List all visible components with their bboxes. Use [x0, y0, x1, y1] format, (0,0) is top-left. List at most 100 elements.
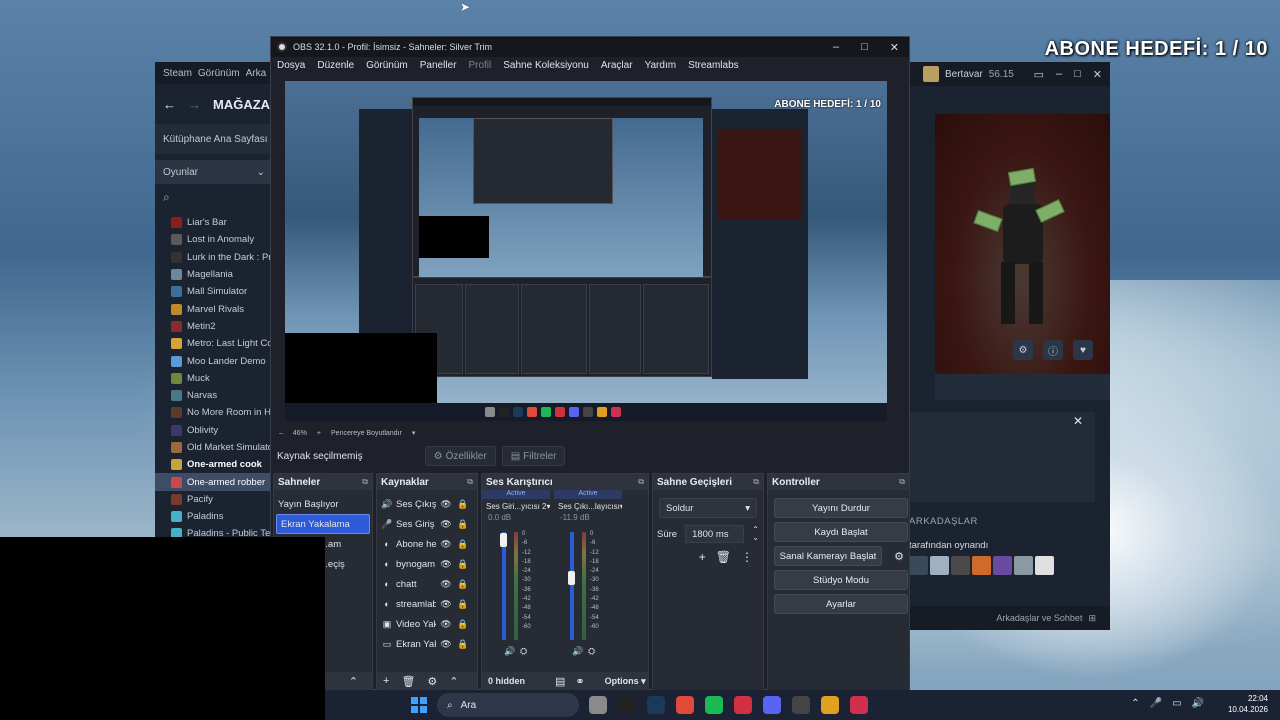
popout-icon[interactable]: ⧉	[362, 477, 368, 487]
minimize-icon[interactable]: –	[833, 41, 839, 54]
back-arrow-icon[interactable]: ←	[163, 97, 176, 112]
steam-menu-steam[interactable]: Steam	[163, 68, 192, 79]
friend-avatar[interactable]	[909, 556, 928, 575]
volume-icon[interactable]: 🔊	[1192, 698, 1204, 709]
friend-avatar[interactable]	[972, 556, 991, 575]
chevron-up-icon[interactable]: ⌃	[349, 675, 358, 688]
game-list-item[interactable]: Pacify	[155, 491, 273, 508]
game-list-item[interactable]: Old Market Simulato	[155, 439, 273, 456]
eye-icon[interactable]: 👁	[439, 559, 453, 570]
trash-icon[interactable]: 🗑	[716, 550, 731, 564]
taskbar-app-icon[interactable]	[618, 696, 636, 714]
studio-mode-button[interactable]: Stüdyo Modu	[774, 570, 908, 590]
game-list-item[interactable]: Lurk in the Dark : Pr	[155, 249, 273, 266]
info-icon[interactable]: ⓘ	[1043, 340, 1063, 360]
menu-streamlabs[interactable]: Streamlabs	[688, 60, 739, 71]
taskbar-app-icon[interactable]	[676, 696, 694, 714]
game-list-item[interactable]: No More Room in He	[155, 404, 273, 421]
gear-icon[interactable]: ⚙	[1013, 340, 1033, 360]
store-tab[interactable]: MAĞAZA	[213, 97, 270, 112]
transition-select[interactable]: Soldur ▾	[659, 498, 757, 518]
source-item[interactable]: 🎤Ses Giriş Y👁🔒	[377, 514, 477, 534]
mixer-layout-icon[interactable]: ▤	[555, 675, 565, 688]
taskbar-app-icon[interactable]	[850, 696, 868, 714]
taskbar-app-icon[interactable]	[734, 696, 752, 714]
chevron-up-icon[interactable]: ⌃	[1131, 698, 1139, 709]
taskbar-clock[interactable]: 22:04 10.04.2026	[1228, 693, 1268, 715]
taskbar-search[interactable]: ⌕ Ara	[437, 693, 579, 717]
gear-icon[interactable]: ⚙	[427, 675, 437, 688]
trash-icon[interactable]: 🗑	[401, 675, 415, 688]
popout-icon[interactable]: ⧉	[899, 477, 905, 487]
game-list-item[interactable]: Metin2	[155, 318, 273, 335]
friend-avatar[interactable]	[1014, 556, 1033, 575]
friend-avatar[interactable]	[951, 556, 970, 575]
monitor-icon[interactable]: ▭	[1034, 68, 1044, 81]
settings-button[interactable]: Ayarlar	[774, 594, 908, 614]
monitor-icon[interactable]: ▭	[1172, 698, 1181, 709]
source-item[interactable]: ▭ Ekran Yak 👁 🔒	[377, 634, 477, 654]
game-list-item[interactable]: Oblivity	[155, 422, 273, 439]
add-icon[interactable]: +	[383, 675, 389, 687]
game-list-item[interactable]: Metro: Last Light Co	[155, 335, 273, 352]
lock-icon[interactable]: 🔒	[456, 639, 470, 650]
lock-icon[interactable]: 🔒	[456, 599, 470, 610]
games-filter-dropdown[interactable]: Oyunlar ⌄	[155, 160, 273, 184]
minimize-icon[interactable]: –	[1056, 68, 1062, 81]
game-list-item[interactable]: Marvel Rivals	[155, 300, 273, 317]
menu-scene-collection[interactable]: Sahne Koleksiyonu	[503, 60, 589, 71]
game-list-item[interactable]: One-armed cook	[155, 456, 273, 473]
game-list-item[interactable]: Narvas	[155, 387, 273, 404]
steam-menu-more[interactable]: Arka	[246, 68, 267, 79]
source-item[interactable]: ◐ streamlab 👁 🔒	[377, 594, 477, 614]
start-virtual-camera-button[interactable]: Sanal Kamerayı Başlat	[774, 546, 882, 566]
obs-preview-canvas[interactable]: ABONE HEDEFİ: 1 / 10	[285, 81, 887, 421]
lock-icon[interactable]: 🔒	[456, 519, 470, 530]
eye-icon[interactable]: 👁	[439, 639, 453, 650]
taskbar-app-icon[interactable]	[821, 696, 839, 714]
hidden-count[interactable]: 0 hidden	[488, 676, 525, 686]
filters-button[interactable]: ▤ Filtreler	[501, 446, 566, 466]
volume-knob[interactable]	[568, 571, 575, 586]
user-avatar[interactable]	[923, 66, 939, 82]
popout-icon[interactable]: ⧉	[638, 477, 644, 487]
volume-slider[interactable]	[502, 532, 506, 640]
menu-view[interactable]: Görünüm	[366, 60, 408, 71]
zoom-in-icon[interactable]: +	[317, 430, 321, 437]
more-icon[interactable]: ⋮	[741, 550, 753, 564]
microphone-icon[interactable]: 🎤	[1150, 698, 1162, 709]
steam-menu-view[interactable]: Görünüm	[198, 68, 240, 79]
close-icon[interactable]: ✕	[890, 41, 899, 54]
gear-icon[interactable]: ⚙	[890, 546, 908, 566]
settings-icon[interactable]: ⛭	[588, 646, 595, 657]
options-button[interactable]: Options ▾	[605, 676, 646, 687]
source-item[interactable]: ◐ chatt 👁 🔒	[377, 574, 477, 594]
source-item[interactable]: ◐ bynogamı 👁 🔒	[377, 554, 477, 574]
lock-icon[interactable]: 🔒	[456, 499, 470, 510]
game-list-item[interactable]: Mall Simulator	[155, 283, 273, 300]
lock-icon[interactable]: 🔒	[456, 539, 470, 550]
search-icon[interactable]: ⌕	[155, 184, 273, 210]
speaker-icon[interactable]: 🔊	[504, 646, 515, 657]
scene-item[interactable]: Yayın Başlıyor	[274, 494, 372, 514]
volume-knob[interactable]	[500, 533, 507, 548]
popout-icon[interactable]: ⧉	[467, 477, 473, 487]
close-icon[interactable]: ✕	[1073, 414, 1083, 428]
lock-icon[interactable]: 🔒	[456, 559, 470, 570]
stepper-icon[interactable]: ⌃ ⌄	[752, 526, 759, 542]
eye-icon[interactable]: 👁	[439, 539, 453, 550]
channel-name[interactable]: Ses Giri...yıcısı 2 ▾	[482, 499, 550, 513]
eye-icon[interactable]: 👁	[439, 519, 453, 530]
forward-arrow-icon[interactable]: →	[188, 97, 201, 112]
source-item[interactable]: ▣ Video Yak 👁 🔒	[377, 614, 477, 634]
friend-avatar[interactable]	[930, 556, 949, 575]
lock-icon[interactable]: 🔒	[456, 579, 470, 590]
windows-start-icon[interactable]	[411, 697, 427, 713]
volume-slider[interactable]	[570, 532, 574, 640]
menu-docks[interactable]: Paneller	[420, 60, 457, 71]
add-icon[interactable]: +	[699, 550, 706, 564]
fit-to-window[interactable]: Pencereye Boyutlandır	[331, 430, 402, 437]
friend-avatar[interactable]	[1035, 556, 1054, 575]
taskbar-app-icon[interactable]	[763, 696, 781, 714]
menu-help[interactable]: Yardım	[645, 60, 677, 71]
